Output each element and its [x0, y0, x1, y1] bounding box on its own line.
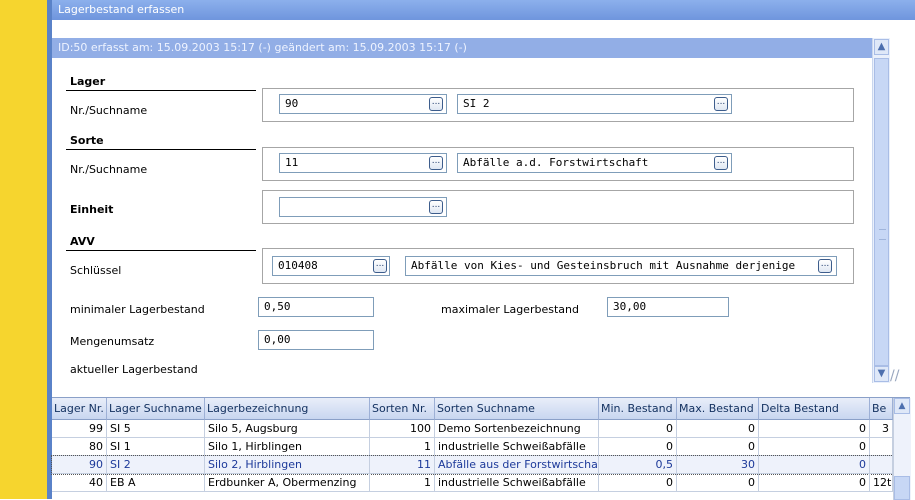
resize-grip-icon[interactable]: //: [890, 368, 910, 388]
cell-sorten-suchname[interactable]: Abfälle aus der Forstwirtschaft: [435, 456, 599, 474]
cell-delta-bestand[interactable]: 0: [759, 456, 870, 474]
aktueller-bestand-label: aktueller Lagerbestand: [70, 363, 198, 376]
lager-label: Nr./Suchname: [70, 104, 148, 117]
cell-min-bestand[interactable]: 0: [599, 474, 677, 492]
grid-vertical-scrollbar[interactable]: ▲: [893, 398, 911, 500]
cell-sorten-suchname[interactable]: Demo Sortenbezeichnung: [435, 420, 599, 438]
col-header-sorten-suchname[interactable]: Sorten Suchname: [435, 398, 599, 420]
cell-sorten-nr[interactable]: 11: [370, 456, 435, 474]
cell-delta-bestand[interactable]: 0: [759, 474, 870, 492]
cell-min-bestand[interactable]: 0,5: [599, 456, 677, 474]
cell-lagerbezeichnung[interactable]: Silo 2, Hirblingen: [205, 456, 370, 474]
scrollbar-thumb[interactable]: [874, 58, 889, 366]
col-header-lagerbezeichnung[interactable]: Lagerbezeichnung: [205, 398, 370, 420]
cell-lagerbezeichnung[interactable]: Silo 1, Hirblingen: [205, 438, 370, 456]
sorte-heading: Sorte: [70, 134, 104, 147]
einheit-lookup-button[interactable]: ...: [429, 200, 443, 214]
avv-label: Schlüssel: [70, 264, 122, 277]
cell-lager-suchname[interactable]: SI 5: [107, 420, 205, 438]
cell-sorten-suchname[interactable]: industrielle Schweißabfälle: [435, 474, 599, 492]
record-info-bar: ID:50 erfasst am: 15.09.2003 15:17 (-) g…: [52, 38, 872, 58]
cell-lager-nr[interactable]: 90: [52, 456, 107, 474]
cell-min-bestand[interactable]: 0: [599, 420, 677, 438]
grid-scroll-up-arrow-icon[interactable]: ▲: [894, 398, 910, 414]
scroll-grip-icon: [879, 229, 886, 240]
table-row-selected[interactable]: 90 SI 2 Silo 2, Hirblingen 11 Abfälle au…: [51, 455, 894, 475]
col-header-bestand[interactable]: Be: [870, 398, 893, 420]
col-header-delta-bestand[interactable]: Delta Bestand: [759, 398, 870, 420]
scroll-down-arrow-icon[interactable]: ▼: [874, 366, 889, 382]
table-row[interactable]: 40 EB A Erdbunker A, Obermenzing 1 indus…: [52, 474, 893, 492]
col-header-max-bestand[interactable]: Max. Bestand: [677, 398, 759, 420]
cell-min-bestand[interactable]: 0: [599, 438, 677, 456]
max-bestand-label: maximaler Lagerbestand: [441, 303, 579, 316]
scroll-up-arrow-icon[interactable]: ▲: [874, 39, 889, 55]
mengenumsatz-input[interactable]: 0,00: [258, 330, 374, 350]
cell-lager-nr[interactable]: 99: [52, 420, 107, 438]
cell-delta-bestand[interactable]: 0: [759, 438, 870, 456]
sorte-heading-underline: [66, 149, 256, 150]
cell-bestand[interactable]: 3: [870, 420, 893, 438]
cell-sorten-suchname[interactable]: industrielle Schweißabfälle: [435, 438, 599, 456]
record-info-text: ID:50 erfasst am: 15.09.2003 15:17 (-) g…: [58, 41, 467, 54]
col-header-min-bestand[interactable]: Min. Bestand: [599, 398, 677, 420]
avv-key-lookup-button[interactable]: ...: [373, 259, 387, 273]
cell-lager-suchname[interactable]: EB A: [107, 474, 205, 492]
sorte-label: Nr./Suchname: [70, 163, 148, 176]
lager-nr-input[interactable]: 90: [279, 94, 447, 114]
cell-bestand[interactable]: [870, 438, 893, 456]
cell-lager-nr[interactable]: 80: [52, 438, 107, 456]
sorte-name-lookup-button[interactable]: ...: [714, 156, 728, 170]
window-title: Lagerbestand erfassen: [58, 3, 185, 16]
cell-delta-bestand[interactable]: 0: [759, 420, 870, 438]
cell-max-bestand[interactable]: 0: [677, 438, 759, 456]
avv-heading: AVV: [70, 235, 95, 248]
cell-lagerbezeichnung[interactable]: Silo 5, Augsburg: [205, 420, 370, 438]
table-row[interactable]: 80 SI 1 Silo 1, Hirblingen 1 industriell…: [52, 438, 893, 456]
cell-max-bestand[interactable]: 0: [677, 474, 759, 492]
min-bestand-label: minimaler Lagerbestand: [70, 303, 205, 316]
avv-description-input[interactable]: Abfälle von Kies- und Gesteinsbruch mit …: [405, 256, 837, 276]
einheit-input[interactable]: [279, 197, 447, 217]
col-header-lager-suchname[interactable]: Lager Suchname: [107, 398, 205, 420]
mengenumsatz-label: Mengenumsatz: [70, 335, 155, 348]
lager-name-input[interactable]: SI 2: [457, 94, 732, 114]
cell-lager-suchname[interactable]: SI 2: [107, 456, 205, 474]
left-accent-strip: [0, 0, 47, 499]
avv-description-lookup-button[interactable]: ...: [818, 259, 832, 273]
avv-heading-underline: [66, 250, 256, 251]
lagerbestand-grid[interactable]: Lager Nr. Lager Suchname Lagerbezeichnun…: [51, 397, 911, 500]
lager-heading: Lager: [70, 75, 106, 88]
cell-lagerbezeichnung[interactable]: Erdbunker A, Obermenzing: [205, 474, 370, 492]
lager-name-lookup-button[interactable]: ...: [714, 97, 728, 111]
max-bestand-input[interactable]: 30,00: [607, 297, 729, 317]
cell-lager-nr[interactable]: 40: [52, 474, 107, 492]
einheit-heading: Einheit: [70, 203, 114, 216]
cell-bestand[interactable]: [870, 456, 893, 474]
col-header-sorten-nr[interactable]: Sorten Nr.: [370, 398, 435, 420]
cell-bestand[interactable]: 12t: [870, 474, 893, 492]
window-titlebar[interactable]: Lagerbestand erfassen ▫ ✕: [52, 0, 915, 20]
lager-nr-lookup-button[interactable]: ...: [429, 97, 443, 111]
sorte-nr-lookup-button[interactable]: ...: [429, 156, 443, 170]
cell-sorten-nr[interactable]: 100: [370, 420, 435, 438]
lager-heading-underline: [66, 90, 256, 91]
sorte-name-input[interactable]: Abfälle a.d. Forstwirtschaft: [457, 153, 732, 173]
cell-sorten-nr[interactable]: 1: [370, 438, 435, 456]
form-vertical-scrollbar[interactable]: ▲ ▼: [872, 38, 890, 383]
cell-sorten-nr[interactable]: 1: [370, 474, 435, 492]
cell-max-bestand[interactable]: 0: [677, 420, 759, 438]
sorte-nr-input[interactable]: 11: [279, 153, 447, 173]
table-row[interactable]: 99 SI 5 Silo 5, Augsburg 100 Demo Sorten…: [52, 420, 893, 438]
cell-lager-suchname[interactable]: SI 1: [107, 438, 205, 456]
cell-max-bestand[interactable]: 30: [677, 456, 759, 474]
col-header-lager-nr[interactable]: Lager Nr.: [52, 398, 107, 420]
grid-scrollbar-thumb[interactable]: [894, 476, 910, 500]
min-bestand-input[interactable]: 0,50: [258, 297, 374, 317]
